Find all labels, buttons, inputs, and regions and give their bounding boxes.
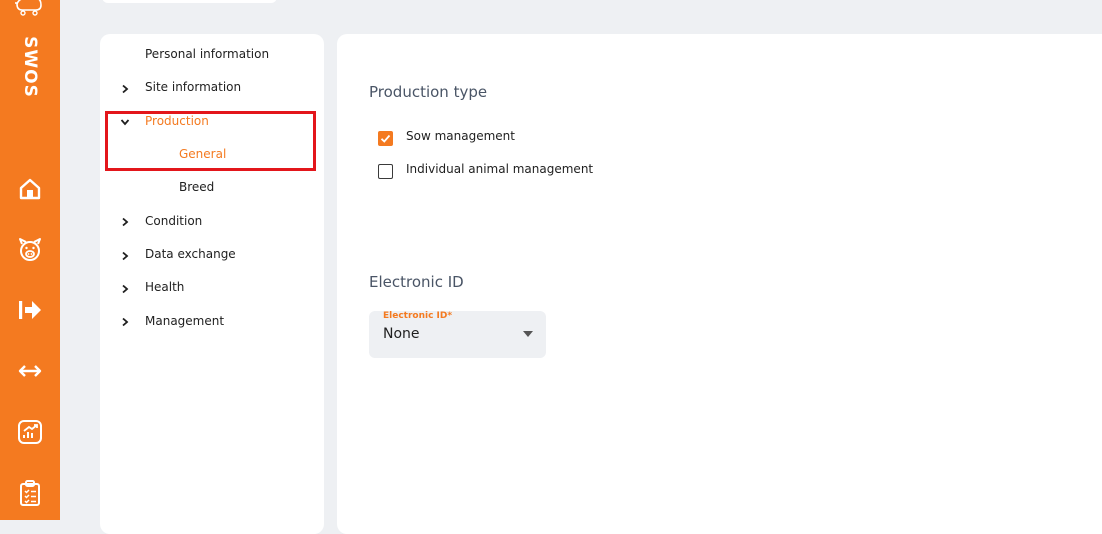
- brand-wordmark: SWOS: [20, 36, 40, 98]
- main-content-panel: Production type Sow management Individua…: [337, 34, 1102, 534]
- nav-item-breed[interactable]: Breed: [179, 180, 214, 194]
- top-panel-edge: [102, 0, 277, 3]
- checkmark-icon: [380, 134, 391, 143]
- section-title-production-type: Production type: [369, 83, 488, 101]
- electronic-id-select[interactable]: Electronic ID* None: [369, 311, 546, 358]
- caret-down-icon: [523, 331, 533, 337]
- pig-cart-logo-icon[interactable]: [13, 0, 45, 20]
- transfer-arrows-icon[interactable]: [16, 357, 44, 385]
- exit-arrow-icon[interactable]: [16, 296, 44, 324]
- chevron-right-icon[interactable]: [120, 84, 130, 94]
- electronic-id-value: None: [383, 326, 420, 342]
- clipboard-icon[interactable]: [16, 479, 44, 507]
- app-rail: SWOS: [0, 0, 60, 520]
- settings-nav-panel: Personal information Site information Pr…: [100, 34, 324, 534]
- chevron-right-icon[interactable]: [120, 317, 130, 327]
- chart-icon[interactable]: [16, 418, 44, 446]
- highlight-annotation: [105, 111, 316, 171]
- nav-item-personal-information[interactable]: Personal information: [145, 47, 269, 61]
- nav-item-data-exchange[interactable]: Data exchange: [145, 247, 236, 261]
- nav-item-management[interactable]: Management: [145, 314, 224, 328]
- chevron-right-icon[interactable]: [120, 251, 130, 261]
- chevron-right-icon[interactable]: [120, 284, 130, 294]
- individual-animal-management-label: Individual animal management: [406, 162, 594, 176]
- nav-item-general[interactable]: General: [179, 147, 226, 161]
- sow-management-checkbox[interactable]: [378, 131, 393, 146]
- chevron-down-icon[interactable]: [120, 117, 130, 127]
- nav-item-site-information[interactable]: Site information: [145, 80, 241, 94]
- nav-item-production[interactable]: Production: [145, 114, 209, 128]
- individual-animal-management-checkbox[interactable]: [378, 164, 393, 179]
- pig-face-icon[interactable]: [16, 236, 44, 264]
- nav-item-health[interactable]: Health: [145, 280, 184, 294]
- electronic-id-field-label: Electronic ID*: [383, 311, 453, 321]
- chevron-right-icon[interactable]: [120, 217, 130, 227]
- nav-item-condition[interactable]: Condition: [145, 214, 202, 228]
- section-title-electronic-id: Electronic ID: [369, 273, 464, 291]
- home-icon[interactable]: [16, 175, 44, 203]
- sow-management-label: Sow management: [406, 129, 515, 143]
